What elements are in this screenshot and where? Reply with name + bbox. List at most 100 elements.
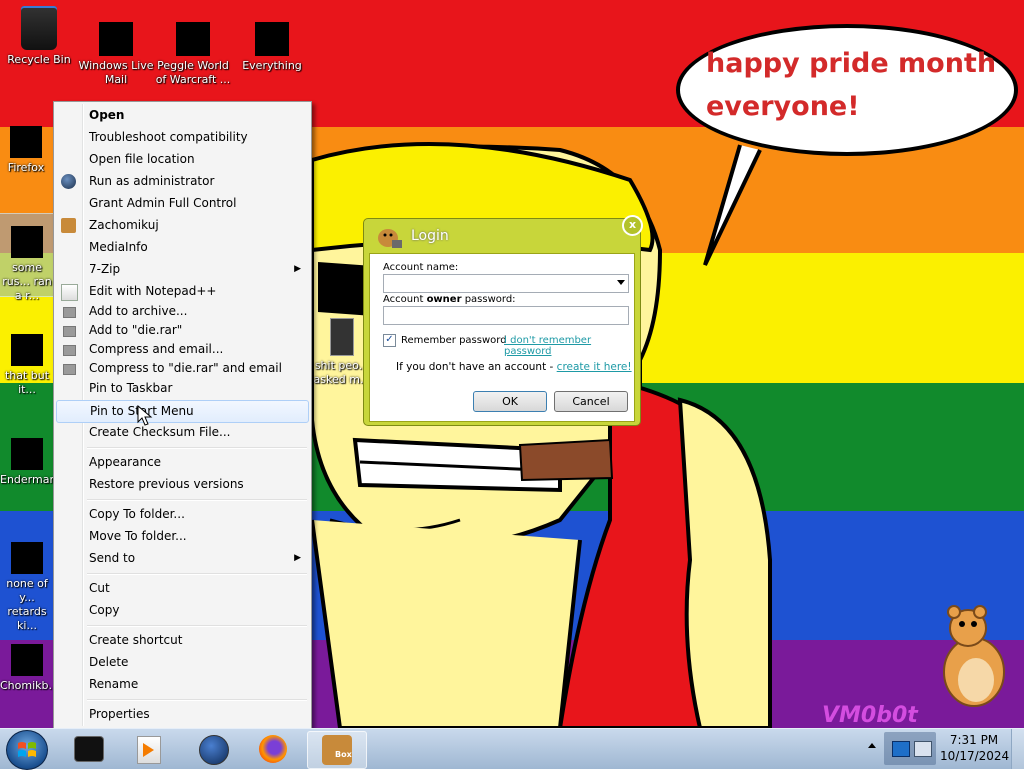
- menu-item-properties[interactable]: Properties: [56, 704, 309, 725]
- chevron-down-icon[interactable]: [617, 280, 625, 285]
- menu-item-pin-to-taskbar[interactable]: Pin to Taskbar: [56, 378, 309, 399]
- hamster-desktop-pet: [943, 605, 1005, 707]
- desktop-icon-firefox[interactable]: Firefox: [0, 126, 56, 175]
- archive-icon: [63, 364, 76, 375]
- menu-separator: [87, 625, 307, 627]
- notepad-icon: [61, 284, 78, 301]
- clock[interactable]: 7:31 PM 10/17/2024: [940, 732, 1009, 764]
- menu-separator: [87, 573, 307, 575]
- desktop-icon-everything[interactable]: Everything: [234, 6, 310, 73]
- windows-live-mail-icon: [99, 22, 133, 56]
- menu-item-compress-to-die-rar-and-email[interactable]: Compress to "die.rar" and email: [56, 358, 309, 379]
- menu-separator: [87, 499, 307, 501]
- desktop-icon-none-of-y[interactable]: none of y... retards ki...: [0, 542, 54, 633]
- menu-item-pin-to-start-menu[interactable]: Pin to Start Menu: [56, 400, 309, 423]
- ok-button[interactable]: OK: [473, 391, 547, 412]
- remember-checkbox[interactable]: ✓: [383, 334, 396, 347]
- menu-item-add-to-archive[interactable]: Add to archive...: [56, 301, 309, 322]
- everything-icon: [255, 22, 289, 56]
- terminal-icon: [75, 737, 103, 761]
- desktop-icon-that-but-it[interactable]: that but it...: [0, 334, 54, 397]
- firefox-icon: [10, 126, 42, 158]
- menu-item-7-zip[interactable]: 7-Zip ▶: [56, 259, 309, 280]
- desktop-icon-recycle-bin[interactable]: Recycle Bin: [1, 6, 77, 67]
- forgot-password-link[interactable]: I don't remember password: [504, 335, 634, 357]
- wallpaper-signature: VM0b0t: [822, 703, 918, 728]
- menu-item-cut[interactable]: Cut: [56, 578, 309, 599]
- network-icon[interactable]: [892, 741, 910, 757]
- peggle-icon: [176, 22, 210, 56]
- remember-label: Remember password: [401, 335, 507, 346]
- password-label: Account owner password:: [383, 294, 516, 305]
- menu-item-mediainfo[interactable]: MediaInfo: [56, 237, 309, 258]
- recycle-bin-icon: [21, 6, 57, 50]
- menu-item-add-to-die-rar[interactable]: Add to "die.rar": [56, 320, 309, 341]
- taskbar-app-firefox[interactable]: [246, 731, 300, 767]
- menu-item-send-to[interactable]: Send to ▶: [56, 548, 309, 569]
- file-icon: [11, 334, 43, 366]
- firefox-icon: [259, 735, 287, 763]
- show-hidden-icons-button[interactable]: [868, 743, 876, 748]
- menu-separator: [87, 699, 307, 701]
- menu-item-create-shortcut[interactable]: Create shortcut: [56, 630, 309, 651]
- hamster-icon: [378, 229, 402, 248]
- create-account-link[interactable]: create it here!: [557, 361, 632, 373]
- menu-item-run-as-administrator[interactable]: Run as administrator: [56, 171, 309, 192]
- menu-item-edit-with-notepad[interactable]: Edit with Notepad++: [56, 281, 309, 302]
- chomikbox-icon: [11, 644, 43, 676]
- taskbar-app-chomikbox[interactable]: Box: [307, 731, 367, 769]
- desktop-icon-enderman[interactable]: Enderman...: [0, 438, 67, 487]
- close-icon[interactable]: x: [622, 215, 643, 236]
- account-name-combobox[interactable]: [383, 274, 629, 293]
- menu-item-delete[interactable]: Delete: [56, 652, 309, 673]
- file-icon: [330, 318, 354, 356]
- system-tray: [884, 732, 936, 765]
- menu-item-create-checksum-file[interactable]: Create Checksum File...: [56, 422, 309, 443]
- archive-icon: [63, 307, 76, 318]
- account-name-label: Account name:: [383, 262, 459, 273]
- file-icon: [11, 542, 43, 574]
- taskbar-app-terminal[interactable]: [64, 731, 118, 767]
- menu-item-open[interactable]: Open: [56, 105, 309, 126]
- menu-item-zachomikuj[interactable]: Zachomikuj: [56, 215, 309, 236]
- login-dialog: Login x Account name: Account owner pass…: [363, 215, 643, 426]
- menu-item-troubleshoot-compatibility[interactable]: Troubleshoot compatibility: [56, 127, 309, 148]
- archive-icon: [63, 345, 76, 356]
- menu-item-copy[interactable]: Copy: [56, 600, 309, 621]
- media-player-icon: [137, 736, 161, 764]
- start-button[interactable]: [6, 730, 48, 770]
- desktop-icon-windows-live-mail[interactable]: Windows Live Mail: [78, 6, 154, 87]
- menu-item-rename[interactable]: Rename: [56, 674, 309, 695]
- menu-item-appearance[interactable]: Appearance: [56, 452, 309, 473]
- context-menu: Open Troubleshoot compatibility Open file …: [53, 101, 312, 729]
- desktop-icon-chomikbox[interactable]: Chomikb...: [0, 644, 59, 693]
- desktop-icon-peggle[interactable]: Peggle World of Warcraft ...: [155, 6, 231, 87]
- speech-bubble-text: happy pride month everyone!: [706, 48, 997, 122]
- menu-item-copy-to-folder[interactable]: Copy To folder...: [56, 504, 309, 525]
- chevron-right-icon: ▶: [294, 264, 301, 274]
- cancel-button[interactable]: Cancel: [554, 391, 628, 412]
- menu-item-compress-and-email[interactable]: Compress and email...: [56, 339, 309, 360]
- file-icon: [11, 438, 43, 470]
- menu-item-open-file-location[interactable]: Open file location: [56, 149, 309, 170]
- hamster-icon: [61, 218, 76, 233]
- shield-icon: [61, 174, 76, 189]
- windows-logo-icon: [18, 742, 36, 757]
- taskbar: Box 7:31 PM 10/17/2024: [0, 728, 1024, 770]
- desktop-icon-some-rus[interactable]: some rus... ran a r...: [0, 213, 55, 302]
- menu-item-move-to-folder[interactable]: Move To folder...: [56, 526, 309, 547]
- menu-item-grant-admin-full-control[interactable]: Grant Admin Full Control: [56, 193, 309, 214]
- no-account-text: If you don't have an account - create it…: [396, 361, 632, 373]
- mouse-cursor-icon: [137, 404, 153, 426]
- chevron-right-icon: ▶: [294, 553, 301, 563]
- login-body: Account name: Account owner password: ✓ …: [369, 253, 635, 422]
- file-icon: [11, 226, 43, 258]
- volume-icon[interactable]: [914, 741, 932, 757]
- taskbar-app-globe[interactable]: [186, 731, 240, 767]
- taskbar-app-media-player[interactable]: [122, 731, 176, 767]
- password-field[interactable]: [383, 306, 629, 325]
- show-desktop-button[interactable]: [1011, 729, 1024, 769]
- login-title: Login: [411, 228, 449, 244]
- menu-item-restore-previous-versions[interactable]: Restore previous versions: [56, 474, 309, 495]
- archive-icon: [63, 326, 76, 337]
